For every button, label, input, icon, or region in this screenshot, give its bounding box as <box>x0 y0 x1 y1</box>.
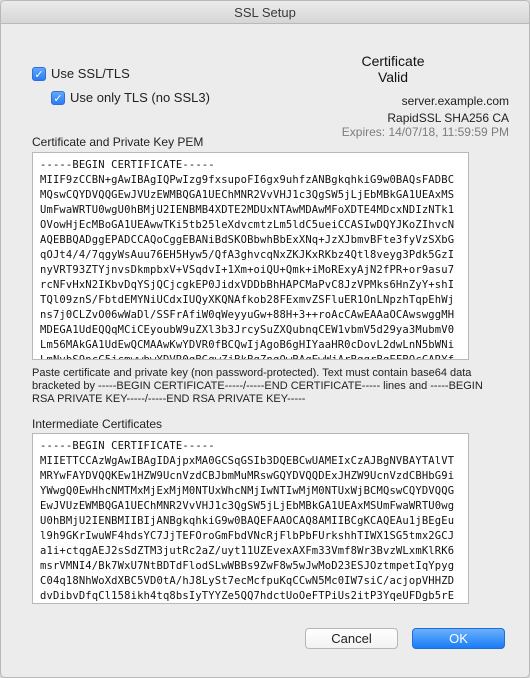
window-title: SSL Setup <box>234 5 296 20</box>
use-ssl-tls-label: Use SSL/TLS <box>51 66 130 81</box>
ssl-setup-dialog: SSL Setup ✓ Use SSL/TLS ✓ Use only TLS (… <box>0 0 530 678</box>
title-bar: SSL Setup <box>1 1 529 24</box>
ok-button[interactable]: OK <box>412 628 505 649</box>
certificate-status-value: Valid <box>377 69 409 85</box>
use-ssl-tls-checkbox-row[interactable]: ✓ Use SSL/TLS <box>32 66 130 81</box>
certificate-status-title: Certificate <box>361 53 425 69</box>
only-tls-label: Use only TLS (no SSL3) <box>70 90 210 105</box>
intermediate-section-label: Intermediate Certificates <box>32 417 163 431</box>
pem-textarea[interactable]: -----BEGIN CERTIFICATE----- MIIF9zCCBN+g… <box>32 152 469 360</box>
pem-text: -----BEGIN CERTIFICATE----- MIIF9zCCBN+g… <box>40 159 455 360</box>
intermediate-text: -----BEGIN CERTIFICATE----- MIIETTCCAzWg… <box>40 440 455 602</box>
certificate-status: Certificate Valid <box>331 53 455 85</box>
cancel-button[interactable]: Cancel <box>305 628 398 649</box>
pem-section-label: Certificate and Private Key PEM <box>32 135 204 149</box>
only-tls-checkbox-row[interactable]: ✓ Use only TLS (no SSL3) <box>51 90 210 105</box>
certificate-expiry: Expires: 14/07/18, 11:59:59 PM <box>341 125 509 139</box>
certificate-issuer: RapidSSL SHA256 CA <box>387 111 509 125</box>
use-ssl-tls-checkbox[interactable]: ✓ <box>32 66 46 81</box>
certificate-host: server.example.com <box>401 94 509 108</box>
paste-instructions: Paste certificate and private key (non p… <box>32 367 483 405</box>
only-tls-checkbox[interactable]: ✓ <box>51 90 65 105</box>
intermediate-textarea[interactable]: -----BEGIN CERTIFICATE----- MIIETTCCAzWg… <box>32 433 469 604</box>
